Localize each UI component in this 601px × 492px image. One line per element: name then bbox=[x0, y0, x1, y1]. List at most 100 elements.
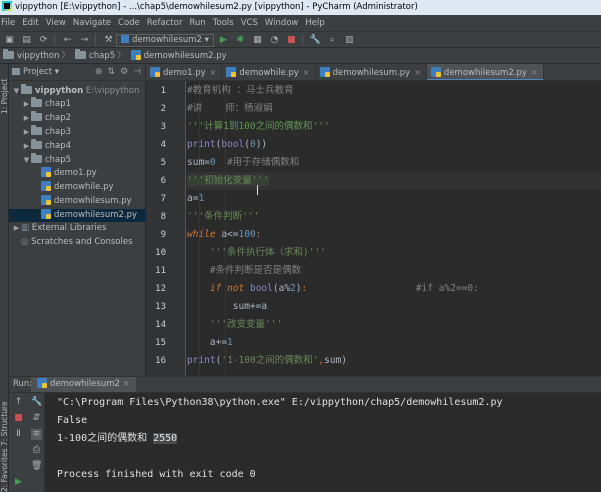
tab-demowhile[interactable]: demowhile.py × bbox=[222, 64, 316, 80]
pycharm-logo-icon bbox=[2, 1, 12, 11]
line-number-gutter: 1 2 3 4 5 6 7 8 9 10 11 12 13 14 15 16 bbox=[146, 81, 186, 376]
folder-icon bbox=[3, 49, 14, 59]
tree-item-chap4[interactable]: ▶ chap4 bbox=[9, 139, 146, 153]
chevron-down-icon[interactable]: ▼ bbox=[22, 154, 31, 167]
tree-item-demowhile[interactable]: demowhile.py bbox=[9, 181, 146, 194]
chevron-right-icon[interactable]: ▶ bbox=[22, 112, 31, 125]
tool-tab-project[interactable]: 1: Project bbox=[0, 70, 9, 114]
debug-bug-icon[interactable]: ✱ bbox=[235, 35, 246, 46]
chevron-right-icon[interactable]: ▶ bbox=[22, 140, 31, 153]
code-line-13: sum+=a bbox=[187, 301, 268, 312]
tab-demowhilesum2[interactable]: demowhilesum2.py × bbox=[426, 64, 544, 80]
soft-wrap-icon[interactable]: ⇵ bbox=[31, 413, 42, 424]
tree-item-external-libraries[interactable]: ▶ ▥ External Libraries bbox=[9, 222, 146, 235]
tab-demowhilesum[interactable]: demowhilesum.py × bbox=[316, 64, 427, 80]
line-number: 4 bbox=[160, 140, 166, 150]
chevron-right-icon[interactable]: ▶ bbox=[22, 126, 31, 139]
pause-icon[interactable]: Ⅱ bbox=[13, 429, 24, 440]
menu-help[interactable]: Help bbox=[305, 18, 324, 28]
tree-item-chap2[interactable]: ▶ chap2 bbox=[9, 111, 146, 125]
tree-item-chap3[interactable]: ▶ chap3 bbox=[9, 125, 146, 139]
folder-icon bbox=[21, 84, 32, 94]
chevron-down-icon[interactable]: ▼ bbox=[12, 85, 21, 98]
tree-item-demowhilesum[interactable]: demowhilesum.py bbox=[9, 195, 146, 208]
tool-tab-favorites[interactable]: 2: Favorites bbox=[0, 448, 9, 492]
menu-refactor[interactable]: Refactor bbox=[147, 18, 183, 28]
tree-item-demo1[interactable]: demo1.py bbox=[9, 167, 146, 180]
code-editor[interactable]: #教育机构 ：马士兵教育 #讲 师：杨淑娟 '''计算1到100之间的偶数和''… bbox=[187, 81, 601, 376]
tree-item-chap5[interactable]: ▼ chap5 bbox=[9, 153, 146, 167]
settings-wrench-icon[interactable]: 🔧 bbox=[310, 35, 321, 46]
back-arrow-icon[interactable]: ← bbox=[62, 35, 73, 46]
delete-icon[interactable]: 🗑 bbox=[31, 461, 42, 472]
run-console[interactable]: "C:\Program Files\Python38\python.exe" E… bbox=[45, 393, 601, 492]
tool-tab-structure[interactable]: 7: Structure bbox=[0, 401, 9, 446]
menu-code[interactable]: Code bbox=[118, 18, 140, 28]
line-number: 1 bbox=[160, 86, 166, 96]
close-icon[interactable]: × bbox=[531, 68, 538, 77]
run-panel-label: Run: bbox=[13, 379, 33, 389]
collapse-all-icon[interactable]: ⇅ bbox=[108, 67, 116, 77]
breadcrumb-file[interactable]: demowhilesum2.py bbox=[130, 48, 227, 64]
build-hammer-icon[interactable]: ⚒ bbox=[103, 35, 114, 46]
menu-window[interactable]: Window bbox=[265, 18, 299, 28]
breadcrumb-project[interactable]: vippython bbox=[3, 48, 60, 64]
print-icon[interactable]: ⎙ bbox=[31, 445, 42, 456]
project-structure-icon[interactable]: ▥ bbox=[344, 35, 355, 46]
line-number: 2 bbox=[160, 104, 166, 114]
run-coverage-icon[interactable]: ▦ bbox=[252, 35, 263, 46]
close-icon[interactable]: × bbox=[210, 68, 217, 77]
close-icon[interactable]: × bbox=[123, 379, 130, 389]
chevron-right-icon[interactable]: ▶ bbox=[12, 222, 21, 235]
run-tab[interactable]: demowhilesum2 × bbox=[31, 377, 136, 392]
project-view-select[interactable]: Project bbox=[23, 67, 52, 77]
folder-icon bbox=[31, 97, 42, 107]
forward-arrow-icon[interactable]: → bbox=[79, 35, 90, 46]
line-number: 6 bbox=[160, 176, 166, 186]
run-toolbar: ↑ 🔧 ■ ⇵ Ⅱ ≡ ⎙ 🗑 ▶ bbox=[9, 393, 45, 492]
python-file-icon bbox=[41, 209, 51, 219]
search-everywhere-icon[interactable]: ⌕ bbox=[327, 35, 338, 46]
rerun-wrench-icon[interactable]: 🔧 bbox=[31, 397, 42, 408]
rerun-play-icon[interactable]: ▶ bbox=[13, 477, 24, 488]
code-line-12: if not bool(a%2): #if a%2==0: bbox=[209, 283, 479, 294]
breadcrumb-separator: 〉 bbox=[117, 51, 126, 61]
close-icon[interactable]: × bbox=[303, 68, 310, 77]
folder-icon bbox=[31, 125, 42, 135]
chevron-right-icon[interactable]: ▶ bbox=[22, 98, 31, 111]
breadcrumb-chap5[interactable]: chap5 bbox=[75, 48, 115, 64]
menu-view[interactable]: View bbox=[46, 18, 66, 28]
menu-tools[interactable]: Tools bbox=[213, 18, 234, 28]
gear-icon[interactable]: ⚙ bbox=[120, 67, 128, 77]
tab-demo1[interactable]: demo1.py × bbox=[146, 64, 223, 80]
python-file-icon bbox=[41, 181, 51, 191]
menu-run[interactable]: Run bbox=[189, 18, 205, 28]
tree-item-demowhilesum2[interactable]: demowhilesum2.py bbox=[9, 209, 146, 222]
stop-icon[interactable]: ■ bbox=[286, 35, 297, 46]
left-tool-strip: 1: Project 7: Structure 2: Favorites bbox=[0, 64, 9, 492]
run-configuration-select[interactable]: demowhilesum2 ▾ bbox=[116, 34, 214, 47]
run-play-icon[interactable]: ▶ bbox=[218, 35, 229, 46]
close-icon[interactable]: × bbox=[414, 68, 421, 77]
project-view-icon bbox=[12, 68, 20, 75]
synchronize-icon[interactable]: ⟳ bbox=[38, 35, 49, 46]
menu-edit[interactable]: Edit bbox=[22, 18, 38, 28]
save-all-icon[interactable]: ▤ bbox=[21, 35, 32, 46]
line-number: 16 bbox=[155, 356, 166, 366]
tree-item-vippython[interactable]: ▼ vippython E:\vippython bbox=[9, 84, 146, 98]
highlighted-result: 2550 bbox=[153, 433, 178, 444]
profile-icon[interactable]: ◔ bbox=[269, 35, 280, 46]
scroll-up-icon[interactable]: ↑ bbox=[13, 397, 24, 408]
scroll-to-end-icon[interactable]: ≡ bbox=[31, 429, 42, 440]
libraries-icon: ▥ bbox=[21, 223, 32, 233]
menu-bar: File Edit View Navigate Code Refactor Run Tools… bbox=[0, 15, 601, 31]
menu-file[interactable]: File bbox=[1, 18, 15, 28]
menu-navigate[interactable]: Navigate bbox=[73, 18, 111, 28]
open-folder-icon[interactable]: ▣ bbox=[4, 35, 15, 46]
menu-vcs[interactable]: VCS bbox=[241, 18, 258, 28]
hide-panel-icon[interactable]: ⊣ bbox=[133, 67, 141, 77]
stop-icon[interactable]: ■ bbox=[13, 413, 24, 424]
tree-item-chap1[interactable]: ▶ chap1 bbox=[9, 97, 146, 111]
tree-item-scratches[interactable]: ◎ Scratches and Consoles bbox=[9, 236, 146, 249]
add-content-icon[interactable]: ⊕ bbox=[95, 67, 103, 77]
